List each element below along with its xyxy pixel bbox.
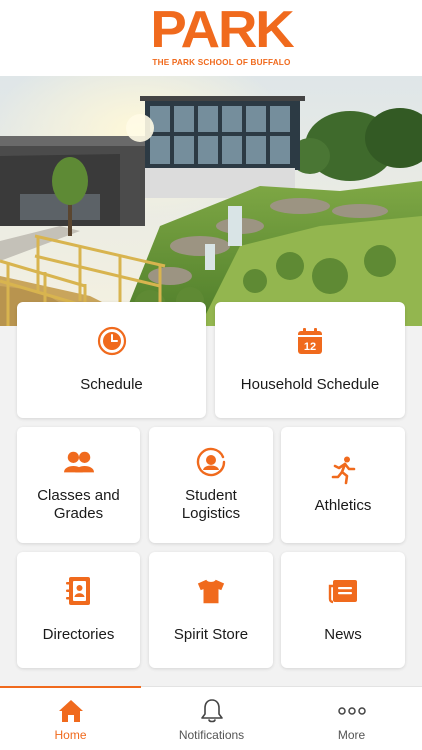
tab-more[interactable]: More bbox=[281, 687, 422, 750]
schedule-tile[interactable]: Schedule bbox=[17, 302, 206, 418]
tab-more-label: More bbox=[337, 728, 366, 742]
athletics-tile[interactable]: Athletics bbox=[281, 427, 405, 543]
classes-and-grades-tile[interactable]: Classes and Grades bbox=[17, 427, 140, 543]
park-school-logo: PARK THE PARK SCHOOL OF BUFFALO bbox=[144, 4, 299, 68]
logo-subtitle: THE PARK SCHOOL OF BUFFALO bbox=[152, 58, 291, 67]
household-schedule-label: Household Schedule bbox=[240, 376, 380, 393]
schedule-label: Schedule bbox=[80, 376, 143, 393]
logo-wordmark: PARK bbox=[150, 1, 294, 59]
tab-notifications-label: Notifications bbox=[178, 728, 245, 742]
hero-photo bbox=[0, 76, 422, 326]
directories-tile[interactable]: Directories bbox=[17, 552, 140, 668]
spirit-store-tile[interactable]: Spirit Store bbox=[149, 552, 273, 668]
spirit-store-label: Spirit Store bbox=[173, 626, 249, 643]
tab-notifications[interactable]: Notifications bbox=[141, 687, 282, 750]
app-header: PARK THE PARK SCHOOL OF BUFFALO bbox=[0, 0, 422, 76]
student-logistics-label: Student Logistics bbox=[181, 487, 241, 522]
clock-icon bbox=[97, 326, 127, 356]
people-icon bbox=[63, 447, 94, 477]
home-icon bbox=[57, 697, 85, 725]
svg-text:12: 12 bbox=[304, 341, 316, 353]
student-logistics-tile[interactable]: Student Logistics bbox=[149, 427, 273, 543]
tshirt-icon bbox=[196, 576, 226, 606]
household-schedule-tile[interactable]: 12 Household Schedule bbox=[215, 302, 405, 418]
classes-and-grades-label: Classes and Grades bbox=[37, 487, 120, 522]
tab-home-label: Home bbox=[54, 728, 87, 742]
address-book-icon bbox=[64, 576, 94, 606]
runner-icon bbox=[328, 455, 358, 485]
app-screen: PARK THE PARK SCHOOL OF BUFFALO Schedule… bbox=[0, 0, 422, 750]
campus-building-image bbox=[0, 76, 422, 326]
calendar-icon: 12 bbox=[295, 326, 325, 356]
bell-icon bbox=[198, 697, 226, 725]
athletics-label: Athletics bbox=[314, 497, 372, 514]
news-label: News bbox=[324, 626, 362, 643]
user-circle-icon bbox=[196, 447, 226, 477]
more-dots-icon bbox=[337, 697, 366, 725]
directories-label: Directories bbox=[42, 626, 115, 643]
bottom-tab-bar: Home Notifications More bbox=[0, 686, 422, 750]
newspaper-icon bbox=[328, 576, 358, 606]
news-tile[interactable]: News bbox=[281, 552, 405, 668]
tab-home[interactable]: Home bbox=[0, 687, 141, 750]
